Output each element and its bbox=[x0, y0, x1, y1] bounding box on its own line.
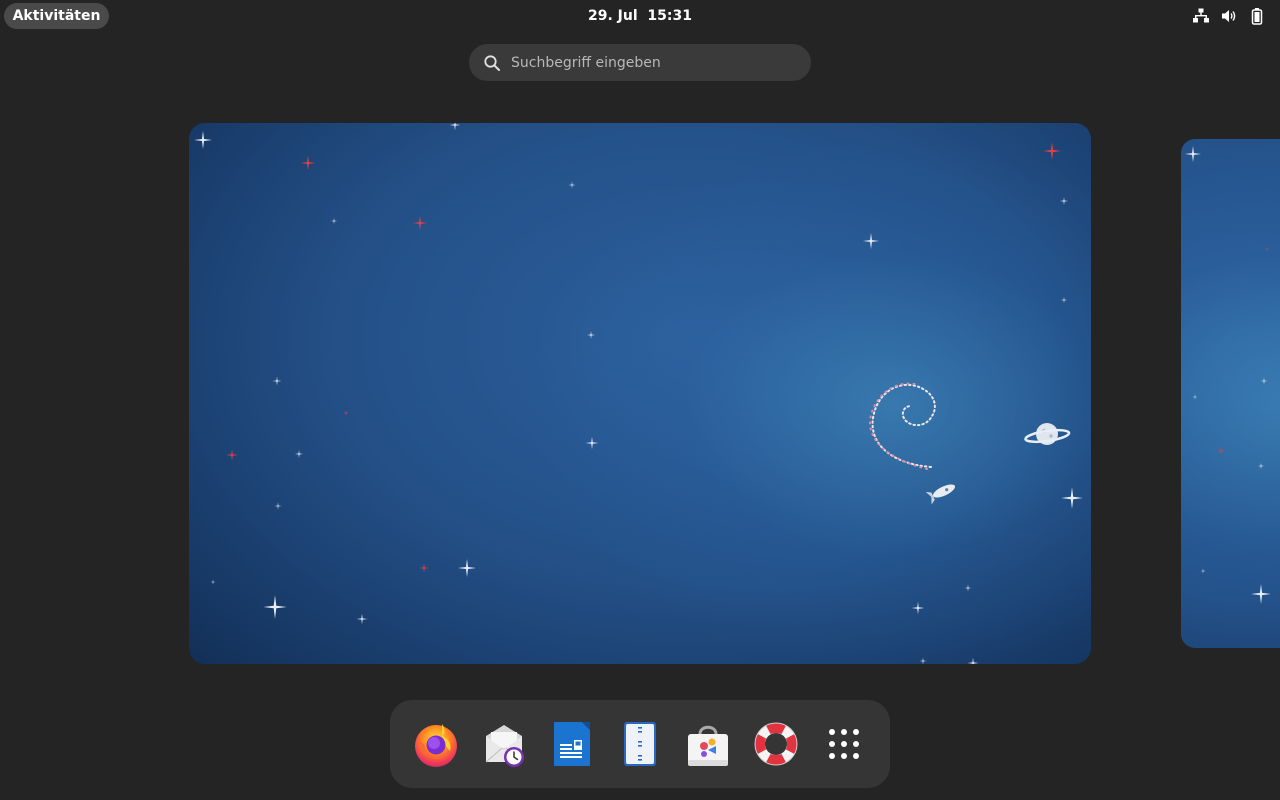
dash bbox=[390, 700, 890, 788]
search-input[interactable] bbox=[511, 44, 791, 81]
search-icon bbox=[484, 55, 500, 71]
battery-icon[interactable] bbox=[1248, 7, 1266, 25]
archive-icon bbox=[624, 722, 656, 766]
writer-document-icon bbox=[554, 722, 590, 766]
mail-clock-icon bbox=[485, 725, 524, 767]
dash-app-firefox[interactable] bbox=[408, 716, 464, 772]
dash-app-software[interactable] bbox=[680, 716, 736, 772]
firefox-icon bbox=[415, 724, 457, 767]
search-entry[interactable] bbox=[469, 44, 811, 81]
dash-app-evolution[interactable] bbox=[476, 716, 532, 772]
help-lifebuoy-icon bbox=[754, 722, 798, 766]
system-tray[interactable] bbox=[1192, 6, 1266, 26]
activities-button[interactable]: Aktivitäten bbox=[4, 3, 109, 29]
debian-wallpaper bbox=[194, 123, 1083, 664]
workspace-thumbnail-current[interactable] bbox=[189, 123, 1091, 664]
rocket bbox=[925, 484, 956, 505]
clock-time: 15:31 bbox=[647, 8, 692, 24]
network-wired-icon[interactable] bbox=[1192, 7, 1210, 25]
clock[interactable]: 29. Jul 15:31 bbox=[540, 3, 740, 29]
workspace-thumbnail-next[interactable] bbox=[1181, 139, 1280, 648]
app-grid-icon bbox=[829, 729, 859, 759]
clock-date: 29. Jul bbox=[588, 8, 638, 24]
dash-app-archive[interactable] bbox=[612, 716, 668, 772]
dash-app-help[interactable] bbox=[748, 716, 804, 772]
desktop-overview: Aktivitäten 29. Jul 15:31 bbox=[0, 0, 1280, 800]
volume-icon[interactable] bbox=[1220, 7, 1238, 25]
top-bar: Aktivitäten 29. Jul 15:31 bbox=[0, 0, 1280, 32]
dash-app-writer[interactable] bbox=[544, 716, 600, 772]
debian-wallpaper-preview bbox=[1184, 145, 1271, 604]
show-apps-button[interactable] bbox=[816, 716, 872, 772]
planet bbox=[1024, 423, 1071, 445]
debian-swirl-logo bbox=[869, 382, 936, 470]
software-bag-icon bbox=[688, 725, 728, 766]
